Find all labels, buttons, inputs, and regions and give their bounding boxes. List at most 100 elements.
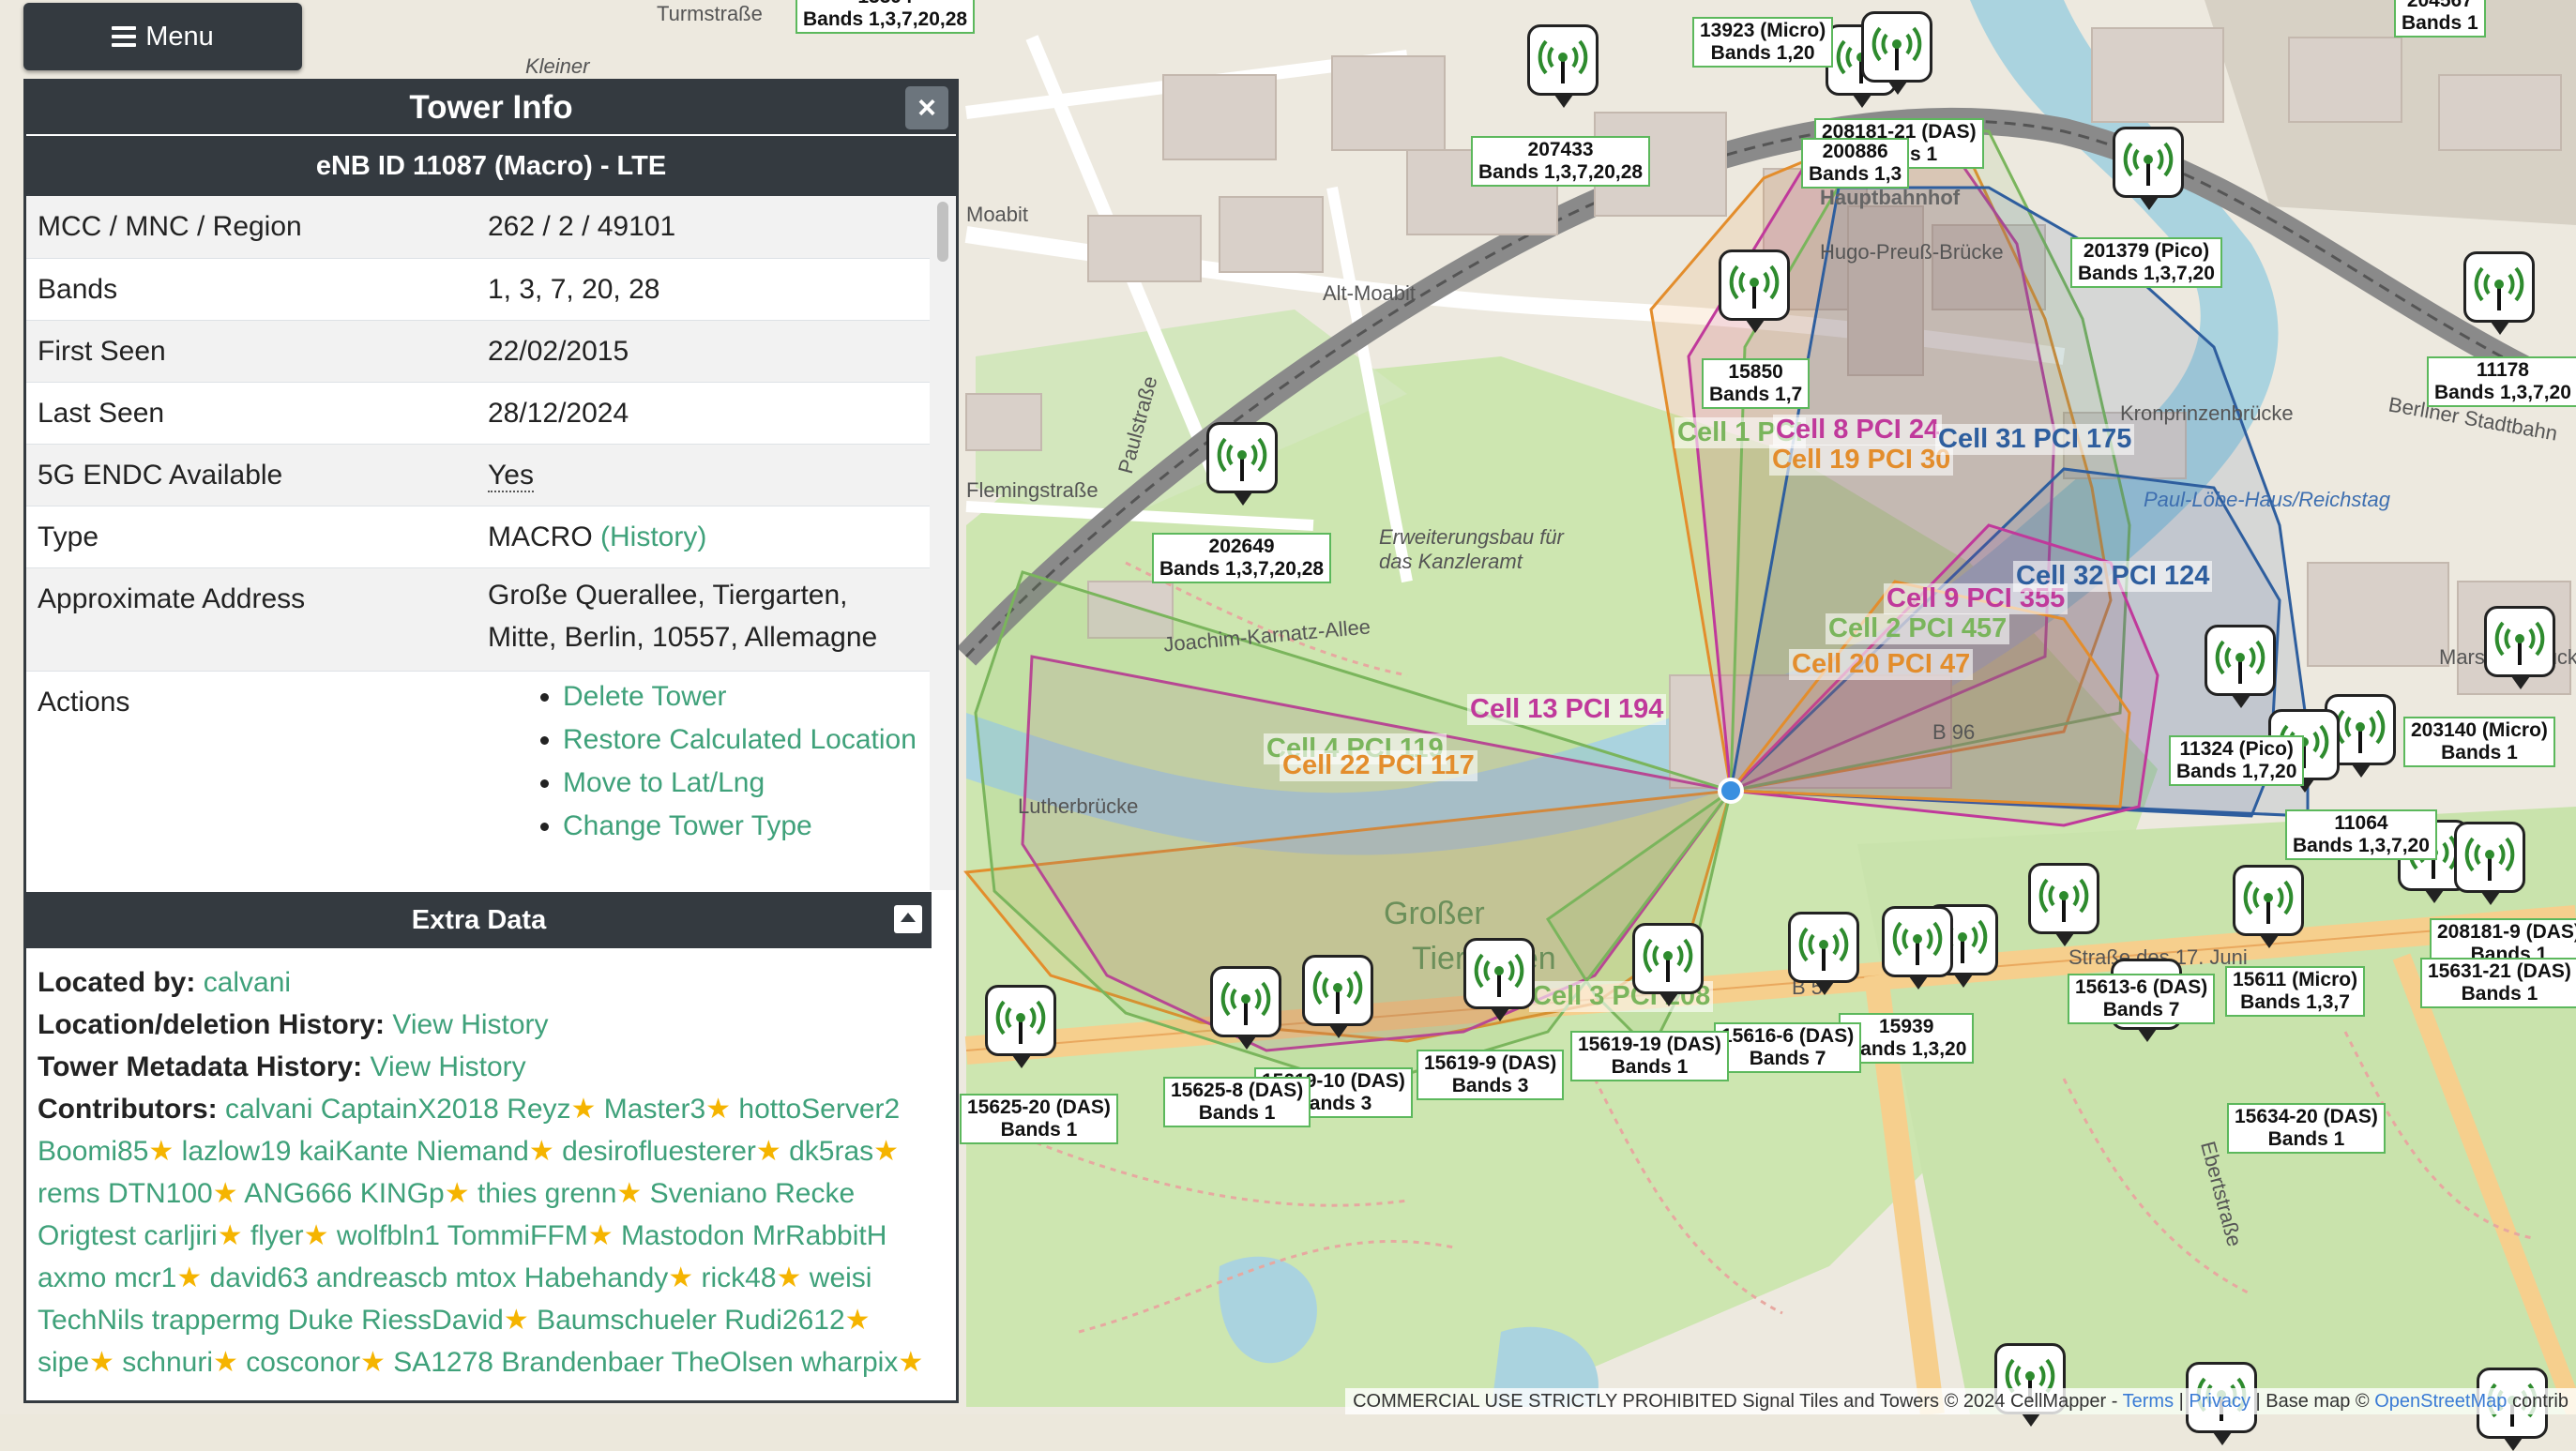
located-by-link[interactable]: calvani <box>204 967 291 998</box>
enb-title: eNB ID 11087 (Macro) - LTE <box>315 151 667 181</box>
contributors-line[interactable]: calvani CaptainX2018 Reyz★ Master3★ hott… <box>225 1094 900 1125</box>
contributors-line[interactable]: TechNils trappermg Duke RiessDavid★ Baum… <box>38 1305 871 1336</box>
contributors-line[interactable]: Origtest carljiri★ flyer★ wolfbln1 Tommi… <box>38 1220 886 1251</box>
tower-info-table: MCC / MNC / Region 262 / 2 / 49101 Bands 1… <box>26 196 932 890</box>
scrollbar[interactable] <box>930 196 956 890</box>
tower-label[interactable]: 13923 (Micro) Bands 1,20 <box>1692 17 1834 68</box>
tower-label[interactable]: 15619-9 (DAS) Bands 3 <box>1417 1050 1565 1100</box>
tower-info-panel: Tower Info × eNB ID 11087 (Macro) - LTE … <box>23 79 959 1403</box>
tower-label[interactable]: 11064 Bands 1,3,7,20 <box>2285 809 2437 860</box>
privacy-link[interactable]: Privacy <box>2189 1391 2250 1412</box>
tower-marker-icon[interactable] <box>1861 11 1932 95</box>
terms-link[interactable]: Terms <box>2123 1391 2174 1412</box>
type-history-link[interactable]: (History) <box>600 521 706 552</box>
tower-marker-icon[interactable] <box>2454 822 2525 905</box>
contributors-line[interactable]: Boomi85★ lazlow19 kaiKante Niemand★ desi… <box>38 1136 899 1167</box>
tower-label[interactable]: 13394Bands 1,3,7,20,28 <box>796 0 976 34</box>
tower-marker-icon[interactable] <box>2233 865 2304 948</box>
table-row: Bands 1, 3, 7, 20, 28 <box>26 258 932 321</box>
table-row: MCC / MNC / Region 262 / 2 / 49101 <box>26 196 932 259</box>
tower-marker-icon[interactable] <box>1882 906 1953 990</box>
cell-label: Cell 13 PCI 194 <box>1467 694 1667 725</box>
move-to-latlng-link[interactable]: Move to Lat/Lng <box>563 767 765 798</box>
contributors-line[interactable]: sipe★ schnuri★ cosconor★ SA1278 Brandenb… <box>38 1347 923 1378</box>
menu-button[interactable]: Menu <box>23 3 302 70</box>
tower-label[interactable]: 15634-20 (DAS) Bands 1 <box>2227 1103 2386 1154</box>
tower-label[interactable]: 15631-21 (DAS) Bands 1 <box>2420 958 2576 1008</box>
tower-label[interactable]: 204567 Bands 1 <box>2394 0 2486 38</box>
location-history-row: Location/deletion History: View History <box>38 1009 549 1040</box>
cell-label: Cell 31 PCI 175 <box>1935 424 2135 455</box>
extra-data-title: Extra Data <box>411 905 547 935</box>
street-label: Erweiterungsbau für das Kanzleramt <box>1379 525 1564 573</box>
tower-label[interactable]: 203140 (Micro) Bands 1 <box>2403 717 2555 767</box>
tower-marker-icon[interactable] <box>1788 912 1859 995</box>
enb-header: eNB ID 11087 (Macro) - LTE <box>26 134 956 196</box>
extra-data-body: Located by: calvani Location/deletion Hi… <box>26 948 956 1397</box>
tower-marker-icon[interactable] <box>2113 127 2184 210</box>
street-label: Großer <box>1384 896 1485 931</box>
tower-marker-icon[interactable] <box>2205 625 2276 708</box>
endc-value[interactable]: Yes <box>488 459 534 492</box>
tower-marker-icon[interactable] <box>1206 422 1278 506</box>
tower-label[interactable]: 15611 (Micro) Bands 1,3,7 <box>2225 966 2366 1017</box>
table-row: Last Seen 28/12/2024 <box>26 382 932 445</box>
location-history-link[interactable]: View History <box>392 1009 548 1040</box>
street-label: Lutherbrücke <box>1018 794 1139 818</box>
info-scroll-area[interactable]: MCC / MNC / Region 262 / 2 / 49101 Bands 1… <box>26 196 956 890</box>
tower-marker-icon[interactable] <box>2463 251 2535 335</box>
tower-marker-icon[interactable] <box>1632 923 1704 1006</box>
tower-label[interactable]: 202649 Bands 1,3,7,20,28 <box>1152 533 1332 583</box>
table-row: 5G ENDC Available Yes <box>26 444 932 506</box>
contributors-row: Contributors: calvani CaptainX2018 Reyz★… <box>38 1094 924 1378</box>
restore-location-link[interactable]: Restore Calculated Location <box>563 724 917 755</box>
street-label: Alt-Moabit <box>1323 281 1417 305</box>
actions-list: Delete Tower Restore Calculated Location… <box>488 675 920 848</box>
scrollbar-thumb[interactable] <box>937 202 948 262</box>
panel-title: Tower Info × <box>26 82 956 134</box>
tower-label[interactable]: 15613-6 (DAS) Bands 7 <box>2068 974 2216 1024</box>
tower-label[interactable]: 15850 Bands 1,7 <box>1702 358 1811 409</box>
tower-label[interactable]: 201379 (Pico) Bands 1,3,7,20 <box>2070 237 2222 288</box>
tower-label[interactable]: 11324 (Pico) Bands 1,7,20 <box>2169 735 2305 786</box>
metadata-history-link[interactable]: View History <box>371 1051 526 1082</box>
metadata-history-row: Tower Metadata History: View History <box>38 1051 526 1082</box>
cell-label: Cell 32 PCI 124 <box>2013 561 2213 592</box>
contributors-line[interactable]: rems DTN100★ ANG666 KINGp★ thies grenn★ … <box>38 1178 855 1209</box>
tower-marker-icon[interactable] <box>2484 606 2555 689</box>
table-row: Actions Delete Tower Restore Calculated … <box>26 671 932 890</box>
cell-label: Cell 2 PCI 457 <box>1826 613 2010 644</box>
panel-title-text: Tower Info <box>409 89 573 126</box>
tower-marker-icon[interactable] <box>1527 24 1599 108</box>
tower-marker-icon[interactable] <box>1210 966 1281 1050</box>
collapse-icon[interactable] <box>894 905 922 933</box>
tower-marker-icon[interactable] <box>1719 249 1790 333</box>
table-row: First Seen 22/02/2015 <box>26 320 932 383</box>
street-label: Flemingstraße <box>966 478 1099 502</box>
delete-tower-link[interactable]: Delete Tower <box>563 681 727 712</box>
tower-label[interactable]: 15616-6 (DAS) Bands 7 <box>1714 1022 1862 1073</box>
tower-label[interactable]: 207433 Bands 1,3,7,20,28 <box>1471 136 1651 187</box>
contributors-line[interactable]: axmo mcr1★ david63 andreascb mtox Habeha… <box>38 1262 871 1293</box>
cell-label: Cell 19 PCI 30 <box>1769 445 1954 476</box>
hamburger-icon <box>112 22 137 52</box>
tower-marker-icon[interactable] <box>1463 938 1535 1021</box>
street-label: Hauptbahnhof <box>1820 186 1961 209</box>
tower-label[interactable]: 11178 Bands 1,3,7,20 <box>2427 356 2576 407</box>
cell-label: Cell 20 PCI 47 <box>1789 649 1974 680</box>
tower-label[interactable]: 15619-19 (DAS) Bands 1 <box>1570 1031 1729 1081</box>
tower-marker-icon[interactable] <box>985 985 1056 1068</box>
cell-label: Cell 22 PCI 117 <box>1280 750 1477 781</box>
street-label: Kronprinzenbrücke <box>2120 401 2294 425</box>
table-row: Type MACRO (History) <box>26 506 932 568</box>
osm-link[interactable]: OpenStreetMap <box>2374 1391 2507 1412</box>
tower-label[interactable]: 15625-20 (DAS) Bands 1 <box>960 1094 1118 1144</box>
close-icon[interactable]: × <box>905 86 948 129</box>
street-label: Paul-Löbe-Haus/Reichstag <box>2144 488 2390 511</box>
tower-marker-icon[interactable] <box>1302 955 1373 1038</box>
tower-label[interactable]: 15625-8 (DAS) Bands 1 <box>1163 1077 1311 1127</box>
map-attribution: COMMERCIAL USE STRICTLY PROHIBITED Signa… <box>1345 1388 2576 1414</box>
change-tower-type-link[interactable]: Change Tower Type <box>563 810 812 841</box>
tower-label[interactable]: 200886 Bands 1,3 <box>1801 138 1910 189</box>
tower-marker-icon[interactable] <box>2028 863 2099 946</box>
